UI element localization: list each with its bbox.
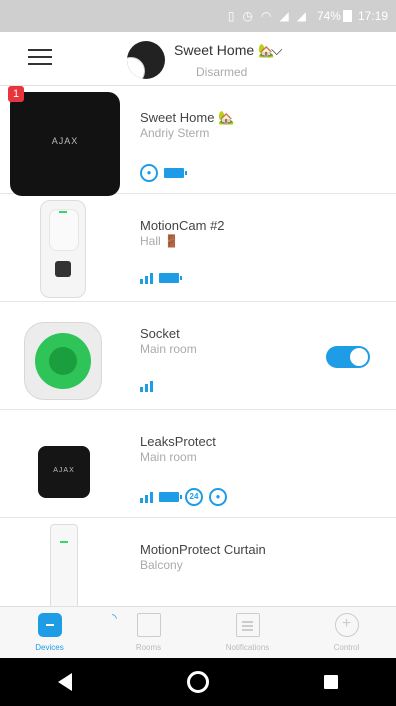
hub-name: Sweet Home <box>174 42 255 58</box>
tab-devices[interactable]: ◝ Devices <box>0 607 116 659</box>
device-room: Main room <box>140 450 197 464</box>
signal-strength-icon <box>140 491 153 503</box>
device-indicators: 24 ● <box>140 488 227 506</box>
device-room: Andriy Sterm <box>140 126 210 140</box>
motioncam-image <box>10 200 120 298</box>
wifi-icon: ◠ <box>260 9 273 23</box>
leaksprotect-image: AJAX <box>10 416 120 512</box>
device-room: Balcony <box>140 558 183 572</box>
menu-icon[interactable] <box>28 49 52 67</box>
signal-strength-icon <box>140 272 153 284</box>
signal-icon: ◢ <box>279 9 290 23</box>
signal-icon-2: ◢ <box>296 9 307 23</box>
alarm-icon: ◷ <box>242 9 254 23</box>
security-status: Disarmed <box>196 65 248 79</box>
device-name: Socket <box>140 326 180 341</box>
battery-full-icon <box>164 168 187 178</box>
device-name: LeaksProtect <box>140 434 216 449</box>
device-indicators <box>140 272 182 284</box>
battery-full-icon <box>159 273 182 283</box>
brand-logo: AJAX <box>51 136 79 146</box>
app-header: Sweet Home 🏡 ⌵ Disarmed <box>0 32 396 86</box>
recent-apps-icon[interactable] <box>324 675 339 689</box>
device-row-leaksprotect[interactable]: AJAX LeaksProtect Main room 24 ● <box>0 410 396 518</box>
device-row-curtain[interactable]: MotionProtect Curtain Balcony <box>0 518 396 606</box>
status-bar: ▯ ◷ ◠ ◢ ◢ 74% 17:19 <box>0 0 396 32</box>
signal-strength-icon <box>140 380 153 392</box>
tab-notifications[interactable]: Notifications <box>198 607 297 659</box>
hub-selector[interactable]: Sweet Home 🏡 <box>174 42 274 59</box>
tab-label: Rooms <box>135 643 162 652</box>
rooms-icon <box>136 613 161 637</box>
battery-percent: 74% <box>316 9 341 23</box>
tab-label: Control <box>333 643 360 652</box>
status-icons: ▯ ◷ ◠ ◢ ◢ <box>228 9 307 23</box>
system-nav-bar <box>0 658 396 706</box>
device-name: MotionCam #2 <box>140 218 225 233</box>
device-name: Sweet Home 🏡 <box>140 110 235 125</box>
battery-full-icon <box>159 492 182 502</box>
chevron-down-icon[interactable]: ⌵ <box>271 42 282 59</box>
connection-icon: ● <box>140 164 158 182</box>
device-row-motioncam[interactable]: MotionCam #2 Hall 🚪 <box>0 194 396 302</box>
always-active-icon: 24 <box>185 488 203 506</box>
tab-control[interactable]: + Control <box>297 607 396 659</box>
hub-image: AJAX <box>10 92 120 196</box>
notification-badge: 1 <box>8 86 24 102</box>
device-indicators: ● <box>140 164 187 182</box>
vibrate-icon: ▯ <box>227 9 236 23</box>
tab-label: Notifications <box>225 643 270 652</box>
device-room: Main room <box>140 342 197 356</box>
device-name: MotionProtect Curtain <box>140 542 266 557</box>
device-indicators <box>140 380 153 392</box>
tab-label: Devices <box>35 643 64 652</box>
clock: 17:19 <box>357 9 388 23</box>
home-icon[interactable] <box>186 671 209 693</box>
control-icon: + <box>334 613 359 637</box>
device-row-hub[interactable]: 1 AJAX Sweet Home 🏡 Andriy Sterm ● <box>0 86 396 196</box>
device-room: Hall 🚪 <box>140 234 179 248</box>
device-row-socket[interactable]: Socket Main room <box>0 302 396 410</box>
bottom-tab-bar: ◝ Devices Rooms Notifications + Control <box>0 606 396 659</box>
socket-power-toggle[interactable] <box>326 346 370 368</box>
curtain-image <box>10 524 120 606</box>
connection-icon: ● <box>209 488 227 506</box>
back-icon[interactable] <box>57 673 72 691</box>
tab-rooms[interactable]: Rooms <box>99 607 198 659</box>
battery-icon <box>342 10 352 22</box>
door-emoji: 🚪 <box>164 234 179 248</box>
brand-logo: AJAX <box>53 467 75 474</box>
hub-avatar[interactable] <box>127 41 165 79</box>
device-list: 1 AJAX Sweet Home 🏡 Andriy Sterm ● Motio… <box>0 86 396 606</box>
socket-image <box>10 308 120 404</box>
notifications-icon <box>235 613 260 637</box>
devices-icon <box>37 613 62 637</box>
